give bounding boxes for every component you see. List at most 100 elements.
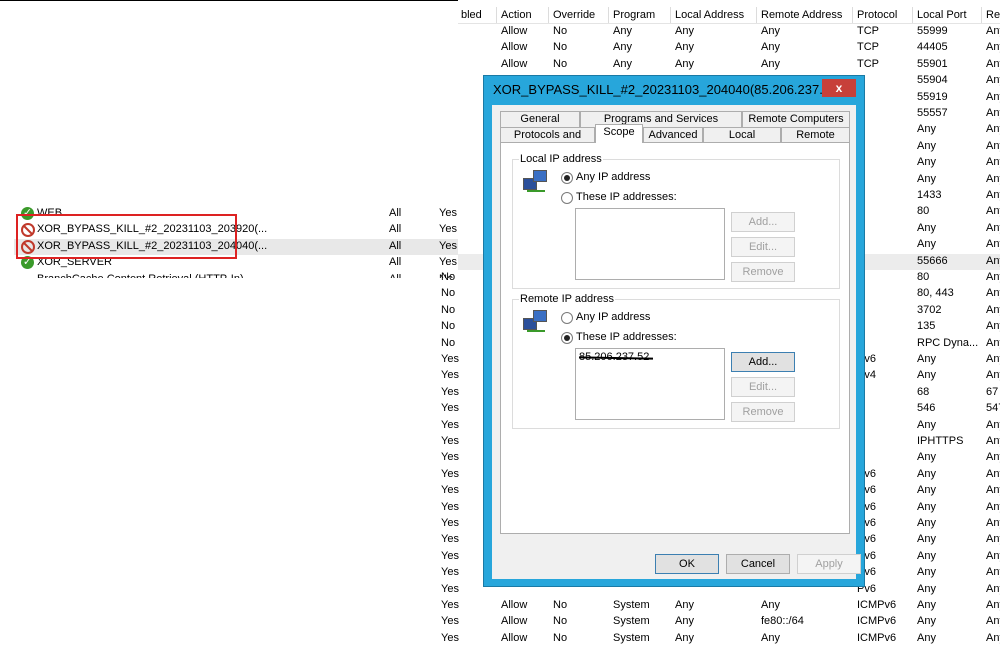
- local-ip-list[interactable]: [575, 208, 725, 280]
- table-cell: No: [553, 57, 568, 70]
- table-cell: Any: [986, 451, 1000, 464]
- highlight-box: [16, 214, 237, 259]
- left-rule-enabled: Yes: [439, 256, 457, 269]
- table-cell: Any: [917, 369, 936, 382]
- table-cell: 44405: [917, 41, 948, 54]
- table-cell: Any: [986, 172, 1000, 185]
- table-cell: Yes: [441, 517, 459, 529]
- local-ip-group: Local IP address Any IP address These IP…: [512, 153, 840, 289]
- local-remove-button[interactable]: Remove: [731, 262, 795, 282]
- table-cell: Any: [986, 254, 1000, 267]
- remote-remove-button[interactable]: Remove: [731, 402, 795, 422]
- column-header[interactable]: Override: [553, 9, 595, 21]
- left-rule-profile: All: [389, 239, 402, 252]
- tab-protocols-and-ports[interactable]: Protocols and Ports: [500, 127, 595, 156]
- local-these-ip-radio[interactable]: [561, 192, 573, 204]
- close-button[interactable]: x: [822, 79, 856, 97]
- table-cell: 55904: [917, 74, 948, 87]
- rules-table-header: bled Action Override Program Local Address Re…: [458, 7, 1000, 24]
- table-cell: Any: [986, 90, 1000, 103]
- table-row[interactable]: Yes Allow No System Any Any ICMPv6 Any Any: [441, 598, 1000, 614]
- left-rule-row[interactable]: BranchCache Content Retrieval (HTTP-In) A…: [14, 272, 458, 278]
- local-any-ip-radio[interactable]: [561, 172, 573, 184]
- table-cell: Any: [917, 517, 936, 529]
- table-cell: Any: [917, 599, 936, 611]
- table-cell: Any: [761, 57, 780, 70]
- table-cell: Any: [917, 615, 936, 628]
- remote-any-ip-radio[interactable]: [561, 312, 573, 324]
- cancel-button[interactable]: Cancel: [726, 554, 790, 574]
- table-row[interactable]: Allow No Any Any Any TCP 55999 Any: [458, 24, 1000, 40]
- table-cell: No: [441, 336, 456, 349]
- table-cell: Any: [761, 25, 780, 37]
- table-cell: 135: [917, 320, 936, 333]
- apply-button[interactable]: Apply: [797, 554, 861, 574]
- tab-local-principals[interactable]: Local Principals: [703, 127, 781, 156]
- table-cell: Any: [986, 517, 1000, 529]
- table-cell: Any: [917, 582, 936, 595]
- table-cell: Any: [986, 631, 1000, 644]
- tab-remote-computers[interactable]: Remote Computers: [742, 111, 850, 127]
- table-cell: Any: [917, 500, 936, 513]
- column-header[interactable]: Local Address: [675, 9, 744, 21]
- table-cell: Any: [917, 631, 936, 644]
- table-cell: ICMPv6: [857, 631, 897, 644]
- remote-add-button[interactable]: Add...: [731, 352, 795, 372]
- table-row[interactable]: Allow No Any Any Any TCP 44405 Any: [458, 40, 1000, 56]
- table-cell: Any: [986, 57, 1000, 70]
- column-header[interactable]: Remote Address: [761, 9, 842, 21]
- column-header[interactable]: Rer: [986, 9, 1000, 21]
- table-row[interactable]: Allow No Any Any Any TCP 55901 Any: [458, 57, 1000, 73]
- tab-scope[interactable]: Scope: [595, 124, 643, 143]
- dialog-client: General Programs and Services Remote Com…: [492, 105, 861, 579]
- local-add-button[interactable]: Add...: [731, 212, 795, 232]
- table-cell: No: [441, 303, 456, 316]
- column-header[interactable]: bled: [461, 9, 482, 21]
- table-cell: Any: [917, 451, 936, 464]
- remote-these-ip-label: These IP addresses:: [576, 331, 677, 343]
- table-cell: TCP: [857, 41, 879, 54]
- table-cell: Yes: [441, 582, 459, 595]
- tab-remote-users[interactable]: Remote Users: [781, 127, 850, 156]
- local-these-ip-label: These IP addresses:: [576, 191, 677, 203]
- table-cell: 68: [917, 385, 930, 398]
- remote-ip-group: Remote IP address Any IP address These I…: [512, 293, 840, 429]
- left-rule-profile: All: [389, 207, 402, 219]
- tab-general[interactable]: General: [500, 111, 580, 127]
- remote-these-ip-radio[interactable]: [561, 332, 573, 344]
- remote-edit-button[interactable]: Edit...: [731, 377, 795, 397]
- ok-button[interactable]: OK: [655, 554, 719, 574]
- table-cell: No: [553, 25, 568, 37]
- column-header[interactable]: Action: [501, 9, 532, 21]
- table-cell: Any: [917, 221, 936, 234]
- column-header[interactable]: Protocol: [857, 9, 897, 21]
- table-cell: Allow: [501, 41, 528, 54]
- table-cell: Any: [986, 353, 1000, 365]
- table-cell: Any: [917, 238, 936, 251]
- table-cell: 80, 443: [917, 287, 954, 300]
- table-cell: System: [613, 615, 650, 628]
- table-cell: Yes: [441, 615, 459, 628]
- table-cell: System: [613, 599, 650, 611]
- remote-ip-list[interactable]: 85.206.237.52: [575, 348, 725, 420]
- left-rule-profile: All: [389, 273, 401, 278]
- table-cell: Yes: [441, 369, 459, 382]
- local-edit-button[interactable]: Edit...: [731, 237, 795, 257]
- table-cell: RPC Dyna...: [917, 336, 979, 349]
- table-cell: 1433: [917, 189, 942, 201]
- network-computers-icon: [523, 310, 547, 334]
- table-cell: fe80::/64: [761, 615, 804, 628]
- table-cell: Any: [986, 320, 1000, 333]
- table-cell: Yes: [441, 533, 459, 546]
- column-header[interactable]: Local Port: [917, 9, 967, 21]
- table-row[interactable]: Yes Allow No System Any Any ICMPv6 Any Any: [441, 631, 1000, 647]
- table-cell: Any: [986, 123, 1000, 136]
- table-cell: Any: [986, 287, 1000, 300]
- table-row[interactable]: Yes Allow No System Any fe80::/64 ICMPv6 Any Any: [441, 614, 1000, 630]
- table-cell: Any: [986, 369, 1000, 382]
- tab-advanced[interactable]: Advanced: [643, 127, 703, 143]
- table-cell: Any: [917, 533, 936, 546]
- table-cell: Any: [917, 172, 936, 185]
- column-header[interactable]: Program: [613, 9, 655, 21]
- local-ip-group-label: Local IP address: [519, 153, 603, 165]
